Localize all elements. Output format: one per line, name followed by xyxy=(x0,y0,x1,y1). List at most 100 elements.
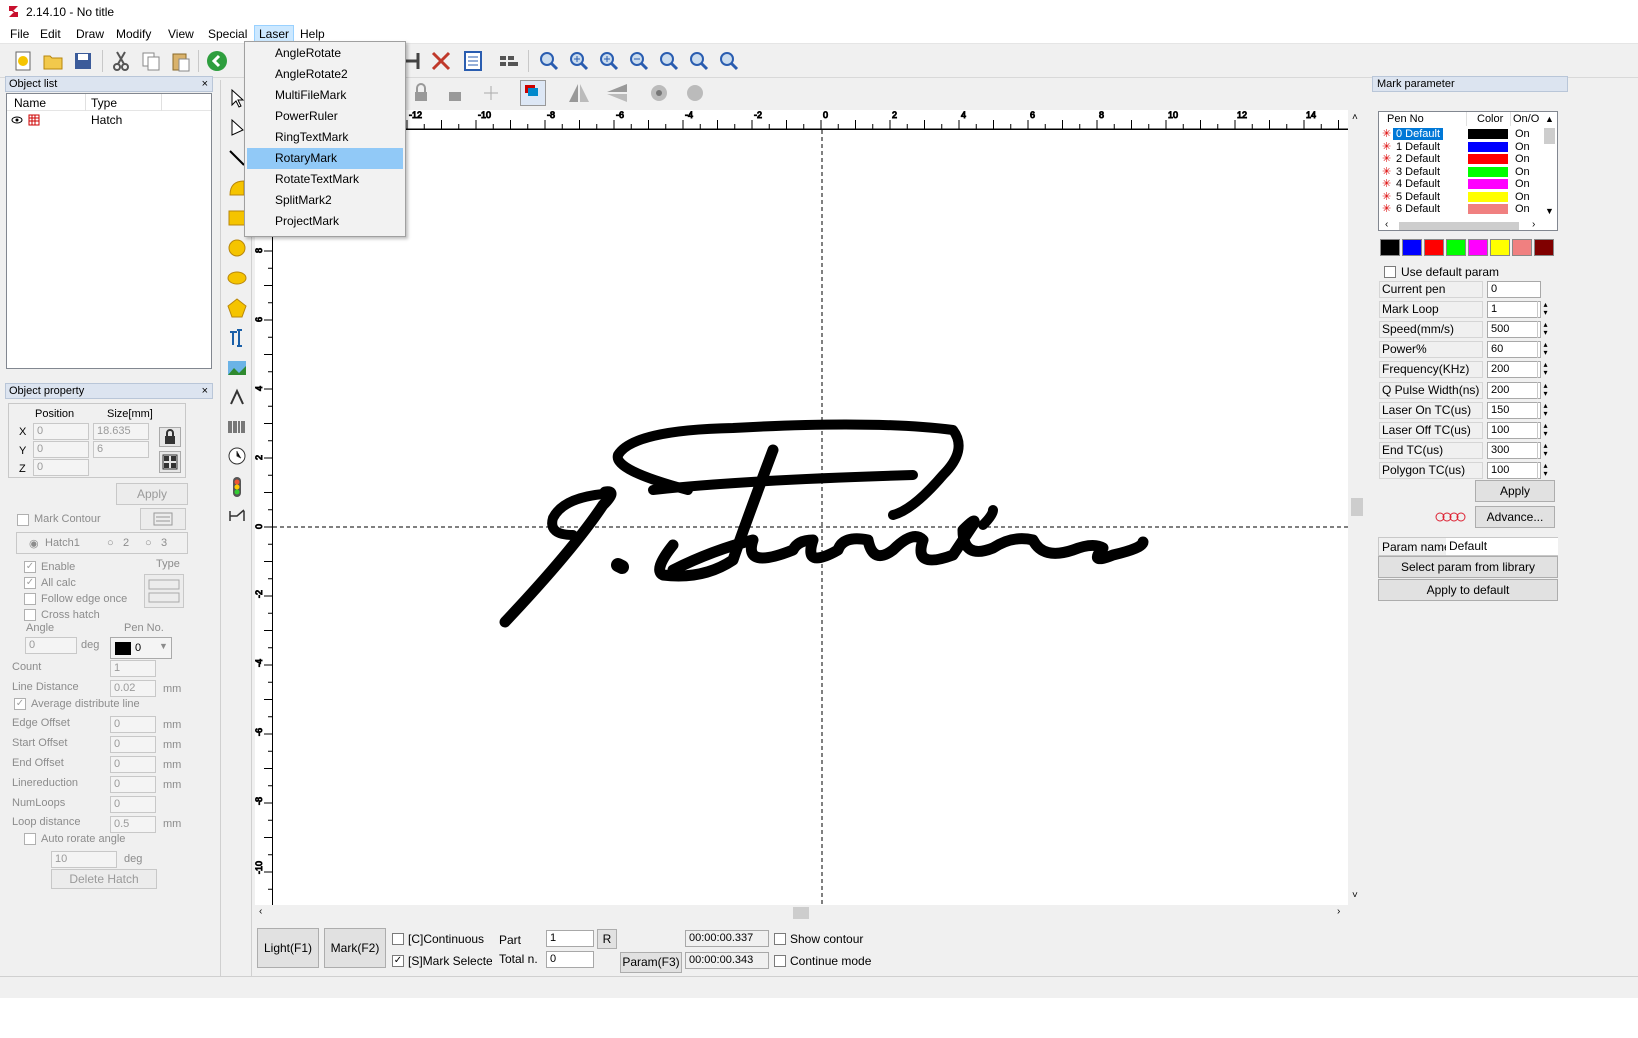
all-calc-checkbox[interactable]: ✓ xyxy=(24,577,36,589)
hatch-type-button[interactable] xyxy=(144,574,184,608)
linereduction-input[interactable]: 0 xyxy=(110,776,156,793)
use-default-param-checkbox[interactable] xyxy=(1384,266,1396,278)
open-folder-icon[interactable] xyxy=(40,48,66,74)
param-value-input[interactable]: 100 xyxy=(1487,421,1541,439)
palette-color[interactable] xyxy=(1380,239,1400,256)
zoom-out-icon[interactable] xyxy=(626,48,652,74)
scroll-right-icon[interactable]: › xyxy=(1337,906,1340,917)
cross-hatch-checkbox[interactable] xyxy=(24,609,36,621)
lock-icon[interactable] xyxy=(410,82,432,104)
palette-color[interactable] xyxy=(1402,239,1422,256)
align-icon[interactable] xyxy=(480,82,502,104)
lock-ratio-icon[interactable] xyxy=(159,427,181,447)
scroll-up-icon[interactable]: ˄ xyxy=(1352,112,1358,123)
continuous-checkbox[interactable] xyxy=(392,933,404,945)
chevron-down-icon[interactable]: ▼ xyxy=(159,641,168,651)
show-contour-checkbox[interactable] xyxy=(774,933,786,945)
pen-state[interactable]: On xyxy=(1515,153,1530,165)
scroll-left-icon[interactable]: ‹ xyxy=(259,906,262,917)
circle-tool-icon[interactable] xyxy=(227,238,247,258)
ellipse-tool-icon[interactable] xyxy=(227,268,247,288)
numloops-input[interactable]: 0 xyxy=(110,796,156,813)
position-x-input[interactable]: 0 xyxy=(33,423,89,440)
cut-icon[interactable] xyxy=(108,48,134,74)
color-column[interactable]: Color xyxy=(1477,113,1503,125)
object-list-close-icon[interactable]: × xyxy=(202,77,208,91)
hide-icon[interactable] xyxy=(682,82,708,104)
hatch1-radio-icon[interactable]: ◉ xyxy=(29,537,39,550)
param-spinner[interactable]: ▴ ▾ xyxy=(1537,361,1553,379)
param-value-input[interactable]: 200 xyxy=(1487,361,1541,379)
vector-file-icon[interactable] xyxy=(227,388,247,408)
pen-row[interactable]: ✳ 5 Default On xyxy=(1379,191,1543,203)
size-x-input[interactable]: 18.635 xyxy=(93,423,149,440)
hatch3-radio-icon[interactable]: ○ xyxy=(145,537,152,549)
menu-view[interactable]: View xyxy=(164,25,198,43)
column-type[interactable]: Type xyxy=(91,96,117,110)
avg-distribute-checkbox[interactable]: ✓ xyxy=(14,698,26,710)
start-offset-input[interactable]: 0 xyxy=(110,736,156,753)
pen-color-swatch[interactable] xyxy=(1468,166,1508,177)
save-icon[interactable] xyxy=(70,48,96,74)
continue-mode-checkbox[interactable] xyxy=(774,955,786,967)
auto-rotate-checkbox[interactable] xyxy=(24,833,36,845)
param-spinner[interactable]: ▴ ▾ xyxy=(1537,321,1553,339)
mark-selected-checkbox[interactable]: ✓ xyxy=(392,955,404,967)
pen-color-swatch[interactable] xyxy=(1468,129,1508,139)
pen-scroll-right-icon[interactable]: › xyxy=(1532,219,1535,230)
pen-row[interactable]: ✳ 2 Default On xyxy=(1379,153,1543,165)
position-z-input[interactable]: 0 xyxy=(33,459,89,476)
image-tool-icon[interactable] xyxy=(227,358,247,378)
palette-color[interactable] xyxy=(1534,239,1554,256)
pen-scroll-up-icon[interactable]: ▲ xyxy=(1545,114,1554,124)
param-spinner[interactable]: ▴ ▾ xyxy=(1537,421,1553,439)
polygon-tool-icon[interactable] xyxy=(227,298,247,318)
mark-button[interactable]: Mark(F2) xyxy=(324,928,386,968)
vertical-scrollbar[interactable]: ˄ ˅ xyxy=(1348,110,1366,905)
pen-state[interactable]: On xyxy=(1515,203,1530,215)
part-input[interactable]: 1 xyxy=(546,930,594,947)
palette-color[interactable] xyxy=(1446,239,1466,256)
menu-modify[interactable]: Modify xyxy=(112,25,155,43)
zoom-icon[interactable] xyxy=(536,48,562,74)
pen-color-swatch[interactable] xyxy=(1468,191,1508,202)
delete-hatch-button[interactable]: Delete Hatch xyxy=(51,869,157,889)
tools-icon[interactable] xyxy=(428,48,454,74)
object-list[interactable]: Name Type Hatch xyxy=(6,93,212,369)
mirror-vertical-icon[interactable] xyxy=(604,82,630,104)
unlock-icon[interactable] xyxy=(444,82,466,104)
light-button[interactable]: Light(F1) xyxy=(257,928,319,968)
zoom-plus-icon[interactable] xyxy=(596,48,622,74)
param-name-value[interactable]: Default xyxy=(1446,538,1558,555)
pen-state[interactable]: On xyxy=(1515,166,1530,178)
pen-scroll-thumb[interactable] xyxy=(1544,128,1555,144)
menu-item-projectmark[interactable]: ProjectMark xyxy=(247,211,403,232)
zoom-in-icon[interactable] xyxy=(566,48,592,74)
palette-color[interactable] xyxy=(1424,239,1444,256)
param-value-input[interactable]: 1 xyxy=(1487,301,1541,319)
param-spinner[interactable]: ▴ ▾ xyxy=(1537,301,1553,319)
param-spinner[interactable]: ▴ ▾ xyxy=(1537,441,1553,459)
edge-offset-input[interactable]: 0 xyxy=(110,716,156,733)
param-spinner[interactable]: ▴ ▾ xyxy=(1537,341,1553,359)
advance-button[interactable]: Advance... xyxy=(1475,506,1555,528)
undo-icon[interactable] xyxy=(204,48,230,74)
new-file-icon[interactable] xyxy=(10,48,36,74)
auto-rotate-input[interactable]: 10 xyxy=(51,851,117,868)
grid-icon[interactable] xyxy=(496,48,522,74)
column-name[interactable]: Name xyxy=(14,96,46,110)
clock-tool-icon[interactable] xyxy=(227,446,247,466)
apply-param-button[interactable]: Apply xyxy=(1475,480,1555,502)
pen-list[interactable]: Pen No Color On/O ✳ 0 Default On ✳ 1 Default… xyxy=(1378,111,1558,231)
base-point-icon[interactable] xyxy=(159,451,181,473)
menu-item-anglerotate[interactable]: AngleRotate xyxy=(247,43,403,64)
horizontal-scroll-thumb[interactable] xyxy=(793,907,809,919)
show-icon[interactable] xyxy=(646,82,672,104)
enable-checkbox[interactable]: ✓ xyxy=(24,561,36,573)
param-value-input[interactable]: 500 xyxy=(1487,321,1541,339)
reset-part-button[interactable]: R xyxy=(597,929,617,949)
menu-file[interactable]: File xyxy=(6,25,33,43)
select-param-library-button[interactable]: Select param from library xyxy=(1378,556,1558,578)
delay-tool-icon[interactable] xyxy=(227,506,247,526)
apply-to-default-button[interactable]: Apply to default xyxy=(1378,579,1558,601)
